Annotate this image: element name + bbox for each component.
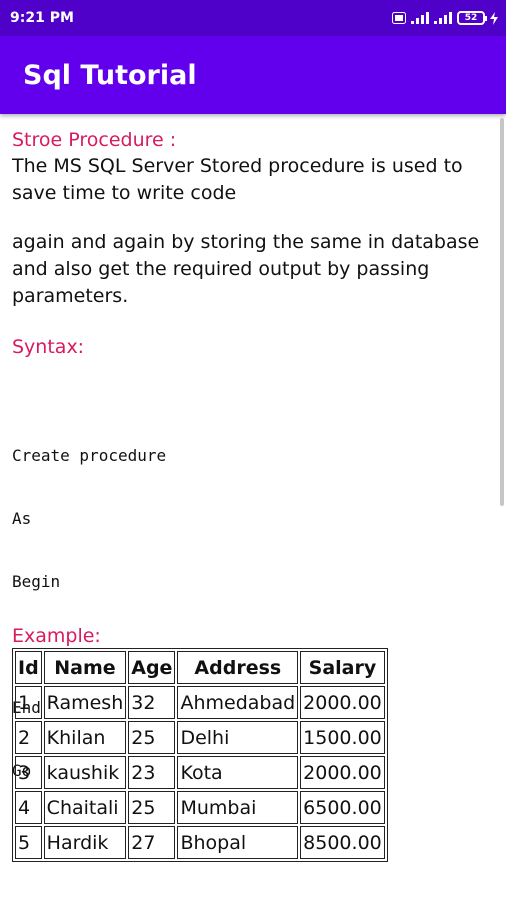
procedure-heading: Stroe Procedure : xyxy=(12,129,177,151)
cell-age: 27 xyxy=(128,826,176,859)
table-row: 2 Khilan 25 Delhi 1500.00 xyxy=(15,721,385,754)
status-icons: 52 xyxy=(392,11,498,25)
cell-id: 2 xyxy=(15,721,42,754)
cell-address: Kota xyxy=(177,756,299,789)
cell-name: Hardik xyxy=(43,826,127,859)
cell-address: Ahmedabad xyxy=(177,686,299,719)
description-paragraph-1: The MS SQL Server Stored procedure is us… xyxy=(12,155,463,204)
cell-age: 32 xyxy=(128,686,176,719)
cell-salary: 6500.00 xyxy=(300,791,385,824)
column-header-name: Name xyxy=(43,651,127,684)
battery-level: 52 xyxy=(464,12,478,23)
code-line: Begin xyxy=(12,572,61,591)
example-heading: Example: xyxy=(12,625,101,647)
table-row: 1 Ramesh 32 Ahmedabad 2000.00 xyxy=(15,686,385,719)
column-header-age: Age xyxy=(128,651,176,684)
column-header-address: Address xyxy=(177,651,299,684)
cell-age: 25 xyxy=(128,721,176,754)
cell-name: Chaitali xyxy=(43,791,127,824)
example-table: Id Name Age Address Salary 1 Ramesh 32 A… xyxy=(12,648,388,862)
cell-salary: 1500.00 xyxy=(300,721,385,754)
code-line: As xyxy=(12,509,32,528)
cell-age: 23 xyxy=(128,756,176,789)
status-time: 9:21 PM xyxy=(10,10,74,26)
status-bar: 9:21 PM 52 xyxy=(0,0,506,36)
cell-id: 3 xyxy=(15,756,42,789)
app-title: Sql Tutorial xyxy=(23,59,197,91)
scrollbar[interactable] xyxy=(500,118,504,506)
cell-salary: 8500.00 xyxy=(300,826,385,859)
description-paragraph-2: again and again by storing the same in d… xyxy=(12,231,480,307)
signal-icon xyxy=(411,12,429,24)
cell-id: 5 xyxy=(15,826,42,859)
cell-name: kaushik xyxy=(43,756,127,789)
syntax-heading: Syntax: xyxy=(12,336,85,358)
table-header-row: Id Name Age Address Salary xyxy=(15,651,385,684)
cell-address: Bhopal xyxy=(177,826,299,859)
cell-id: 1 xyxy=(15,686,42,719)
example-table-container: Id Name Age Address Salary 1 Ramesh 32 A… xyxy=(12,648,388,862)
cell-id: 4 xyxy=(15,791,42,824)
cell-salary: 2000.00 xyxy=(300,756,385,789)
app-bar: Sql Tutorial xyxy=(0,36,506,114)
table-row: 4 Chaitali 25 Mumbai 6500.00 xyxy=(15,791,385,824)
cell-name: Ramesh xyxy=(43,686,127,719)
hd-icon xyxy=(392,12,406,24)
battery-icon: 52 xyxy=(457,11,487,25)
cell-age: 25 xyxy=(128,791,176,824)
cell-salary: 2000.00 xyxy=(300,686,385,719)
code-line: Create procedure xyxy=(12,446,167,465)
column-header-id: Id xyxy=(15,651,42,684)
signal-icon-2 xyxy=(434,12,452,24)
column-header-salary: Salary xyxy=(300,651,385,684)
charging-bolt-icon xyxy=(490,11,498,25)
tutorial-content: Stroe Procedure : The MS SQL Server Stor… xyxy=(12,127,494,862)
cell-address: Delhi xyxy=(177,721,299,754)
table-row: 5 Hardik 27 Bhopal 8500.00 xyxy=(15,826,385,859)
cell-name: Khilan xyxy=(43,721,127,754)
cell-address: Mumbai xyxy=(177,791,299,824)
table-row: 3 kaushik 23 Kota 2000.00 xyxy=(15,756,385,789)
